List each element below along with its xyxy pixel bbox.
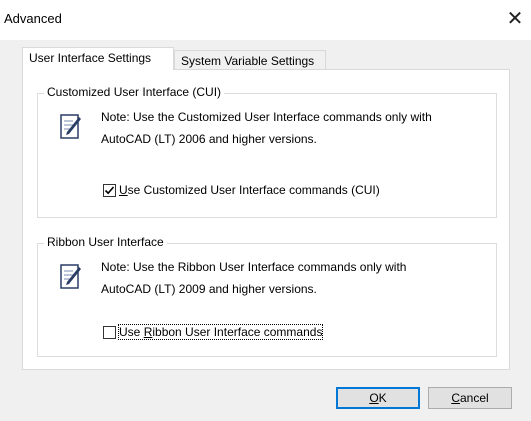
ribbon-note: Note: Use the Ribbon User Interface comm…	[101, 256, 406, 300]
cui-group: Customized User Interface (CUI) Note: Us…	[37, 85, 497, 218]
use-cui-checkbox-label: Use Customized User Interface commands (…	[119, 183, 380, 197]
use-ribbon-checkbox-label: Use Ribbon User Interface commands	[117, 324, 324, 340]
checkmark-icon	[104, 185, 115, 194]
cui-group-legend: Customized User Interface (CUI)	[44, 85, 225, 99]
notepad-pencil-icon	[60, 264, 82, 290]
window-title: Advanced	[4, 11, 62, 26]
ribbon-note-line-2: AutoCAD (LT) 2009 and higher versions.	[101, 282, 317, 296]
use-cui-checkbox[interactable]: Use Customized User Interface commands (…	[103, 181, 380, 199]
ribbon-group: Ribbon User Interface Note: Use the Ribb…	[37, 235, 497, 357]
dialog-client-area: User Interface Settings System Variable …	[0, 40, 531, 421]
notepad-pencil-icon	[60, 114, 82, 140]
tab-user-interface-settings[interactable]: User Interface Settings	[22, 47, 174, 70]
cui-note-line-1: Note: Use the Customized User Interface …	[101, 110, 432, 124]
ribbon-group-legend: Ribbon User Interface	[44, 235, 167, 249]
close-icon[interactable]: ✕	[503, 5, 527, 33]
title-bar: Advanced ✕	[0, 0, 531, 40]
tab-panel: Customized User Interface (CUI) Note: Us…	[22, 69, 510, 370]
use-ribbon-checkbox[interactable]: Use Ribbon User Interface commands	[103, 323, 324, 341]
cui-note-line-2: AutoCAD (LT) 2006 and higher versions.	[101, 132, 317, 146]
ribbon-note-line-1: Note: Use the Ribbon User Interface comm…	[101, 260, 407, 274]
cancel-button[interactable]: Cancel	[428, 387, 512, 409]
checkbox-box[interactable]	[103, 183, 116, 197]
ok-button[interactable]: OK	[336, 387, 420, 409]
tab-system-variable-settings[interactable]: System Variable Settings	[174, 50, 326, 71]
cui-note: Note: Use the Customized User Interface …	[101, 106, 432, 150]
checkbox-box[interactable]	[103, 325, 116, 339]
